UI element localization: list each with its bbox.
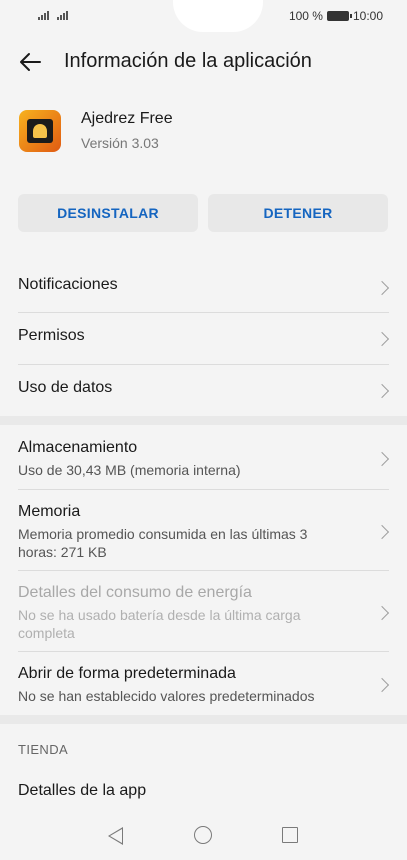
clock: 10:00 <box>352 9 383 23</box>
row-label: Detalles de la app <box>18 782 147 799</box>
battery-icon <box>326 11 352 21</box>
signal-icon <box>38 11 49 20</box>
battery-percent: 100 % <box>288 9 323 23</box>
stop-button[interactable]: DETENER <box>208 194 388 232</box>
arrow-left-icon <box>20 53 41 71</box>
row-memory[interactable]: Memoria Memoria promedio consumida en la… <box>0 489 407 570</box>
row-subtext: Memoria promedio consumida en las última… <box>18 526 308 560</box>
row-subtext: No se ha usado batería desde la última c… <box>18 607 301 641</box>
row-label: Memoria <box>18 503 81 520</box>
back-button[interactable] <box>14 46 46 78</box>
row-label: Uso de datos <box>18 379 113 396</box>
section-separator <box>0 416 407 425</box>
row-label: Notificaciones <box>18 276 118 293</box>
row-notifications[interactable]: Notificaciones <box>0 262 407 312</box>
nav-recents-icon[interactable] <box>282 827 298 843</box>
row-permissions[interactable]: Permisos <box>0 312 407 364</box>
camera-notch <box>173 0 263 32</box>
row-subtext: Uso de 30,43 MB (memoria interna) <box>18 462 241 478</box>
section-separator <box>0 715 407 724</box>
app-name: Ajedrez Free <box>81 110 173 127</box>
app-bar: Información de la aplicación <box>0 36 407 88</box>
page-title: Información de la aplicación <box>64 50 312 72</box>
nav-home-icon[interactable] <box>194 826 212 844</box>
row-battery-details: Detalles del consumo de energía No se ha… <box>0 570 407 651</box>
section-header-store: TIENDA <box>18 742 69 757</box>
signal-icons <box>38 11 68 20</box>
signal-icon <box>57 11 68 20</box>
status-bar: 100 % 10:00 <box>0 0 407 36</box>
row-app-details[interactable]: Detalles de la app <box>0 770 407 810</box>
status-right: 100 % 10:00 <box>289 9 383 23</box>
navigation-bar <box>0 812 407 860</box>
row-label: Abrir de forma predeterminada <box>18 665 236 682</box>
nav-back-icon[interactable] <box>108 827 123 845</box>
row-open-by-default[interactable]: Abrir de forma predeterminada No se han … <box>0 651 407 715</box>
row-data-usage[interactable]: Uso de datos <box>0 364 407 416</box>
row-label: Permisos <box>18 327 85 344</box>
row-storage[interactable]: Almacenamiento Uso de 30,43 MB (memoria … <box>0 425 407 489</box>
row-label: Detalles del consumo de energía <box>18 584 252 601</box>
app-header: Ajedrez Free Versión 3.03 <box>0 100 407 170</box>
app-version: Versión 3.03 <box>81 135 159 151</box>
row-label: Almacenamiento <box>18 439 138 456</box>
row-subtext: No se han establecido valores predetermi… <box>18 688 315 704</box>
settings-list-detail: Almacenamiento Uso de 30,43 MB (memoria … <box>0 425 407 715</box>
chess-app-icon <box>19 110 61 152</box>
uninstall-button[interactable]: DESINSTALAR <box>18 194 198 232</box>
settings-list-basic: Notificaciones Permisos Uso de datos <box>0 262 407 416</box>
